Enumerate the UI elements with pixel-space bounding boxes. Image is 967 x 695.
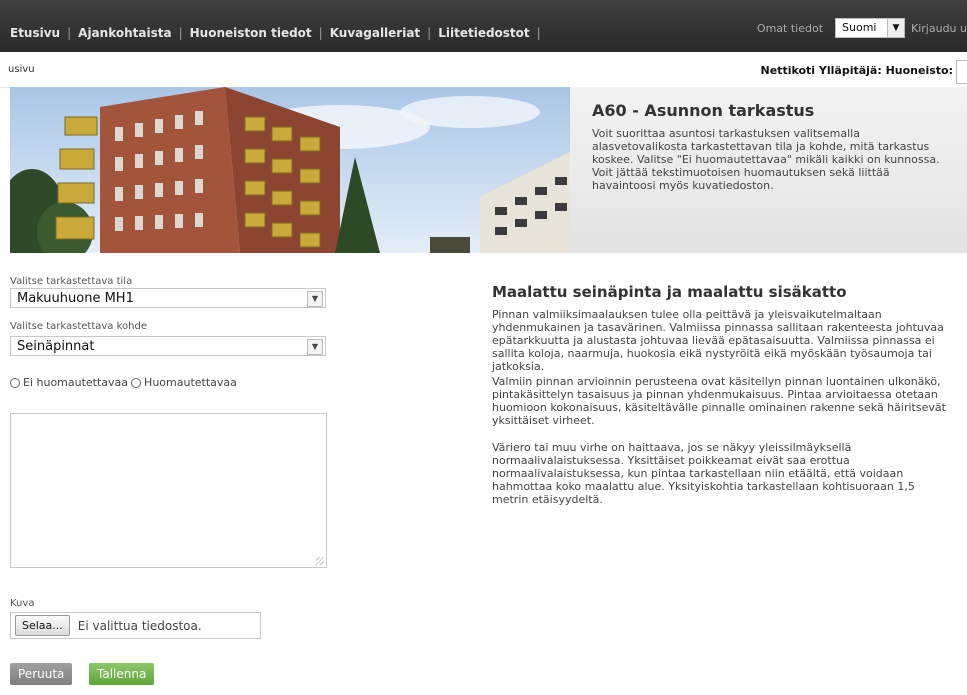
hero-image <box>10 87 570 253</box>
content-paragraph: Valmiin pinnan arvioinnin perusteena ova… <box>492 375 946 427</box>
room-select-label: Valitse tarkastettava tila <box>10 276 133 287</box>
browse-button[interactable]: Selaa... <box>15 615 70 636</box>
resize-handle[interactable] <box>316 557 324 565</box>
nav-item-etusivu[interactable]: Etusivu <box>10 26 60 40</box>
breadcrumb[interactable]: usivu <box>8 64 35 75</box>
no-file-text: Ei valittua tiedostoa. <box>77 618 202 633</box>
radio-remarks[interactable] <box>131 377 142 388</box>
target-select-label: Valitse tarkastettava kohde <box>10 321 147 332</box>
nav-item-liitetiedostot[interactable]: Liitetiedostot <box>438 26 529 40</box>
admin-label: Nettikoti Ylläpitäjä: Huoneisto: <box>760 64 953 77</box>
nav-separator: | <box>178 26 183 40</box>
main-menu: Etusivu | Ajankohtaista | Huoneiston tiedot |… <box>10 26 548 40</box>
content-paragraph: Väriero tai muu virhe on haittaava, jos … <box>492 441 915 506</box>
nav-item-ajankohtaista[interactable]: Ajankohtaista <box>78 26 171 40</box>
nav-item-huoneiston-tiedot[interactable]: Huoneiston tiedot <box>190 26 312 40</box>
chevron-down-icon: ▼ <box>887 19 905 37</box>
radio-no-remarks[interactable] <box>10 377 20 388</box>
remarks-textarea[interactable] <box>10 413 327 568</box>
radio-no-remarks-label[interactable]: Ei huomautettavaa <box>23 376 128 389</box>
chevron-down-icon: ▼ <box>307 339 323 355</box>
room-select-value: Makuuhuone MH1 <box>17 291 134 306</box>
apartment-input[interactable] <box>956 60 967 84</box>
room-select[interactable]: Makuuhuone MH1 ▼ <box>10 288 326 308</box>
apartment-building-image <box>10 87 570 253</box>
page-description: Voit suorittaa asuntosi tarkastuksen val… <box>592 127 940 192</box>
target-select[interactable]: Seinäpinnat ▼ <box>10 336 326 356</box>
radio-remarks-label[interactable]: Huomautettavaa <box>144 376 237 389</box>
chevron-down-icon: ▼ <box>307 291 323 307</box>
save-button[interactable]: Tallenna <box>89 663 155 685</box>
sub-header: usivu Nettikoti Ylläpitäjä: Huoneisto: <box>0 52 967 88</box>
info-panel: A60 - Asunnon tarkastus Voit suorittaa a… <box>570 87 967 253</box>
image-label: Kuva <box>10 598 35 609</box>
nav-separator: | <box>318 26 323 40</box>
language-value: Suomi <box>842 21 877 34</box>
target-select-value: Seinäpinnat <box>17 339 95 354</box>
language-select[interactable]: Suomi ▼ <box>835 18 906 38</box>
nav-item-kuvagalleriat[interactable]: Kuvagalleriat <box>330 26 420 40</box>
content-title: Maalattu seinäpinta ja maalattu sisäkatt… <box>492 283 847 301</box>
cancel-button[interactable]: Peruuta <box>10 663 73 685</box>
nav-separator: | <box>536 26 541 40</box>
user-controls: Omat tiedot Suomi ▼ Kirjaudu u <box>757 18 967 38</box>
my-info-link[interactable]: Omat tiedot <box>757 22 823 35</box>
remarks-radio-group: Ei huomautettavaa Huomautettavaa <box>10 376 237 389</box>
content-paragraph: Pinnan valmiiksimaalauksen tulee olla pe… <box>492 308 944 373</box>
login-link[interactable]: Kirjaudu u <box>911 22 967 35</box>
top-navigation-bar: Etusivu | Ajankohtaista | Huoneiston tiedot |… <box>0 0 967 52</box>
page-title: A60 - Asunnon tarkastus <box>592 101 815 120</box>
nav-separator: | <box>67 26 72 40</box>
nav-separator: | <box>427 26 432 40</box>
image-file-input[interactable]: Selaa... Ei valittua tiedostoa. <box>10 612 261 639</box>
